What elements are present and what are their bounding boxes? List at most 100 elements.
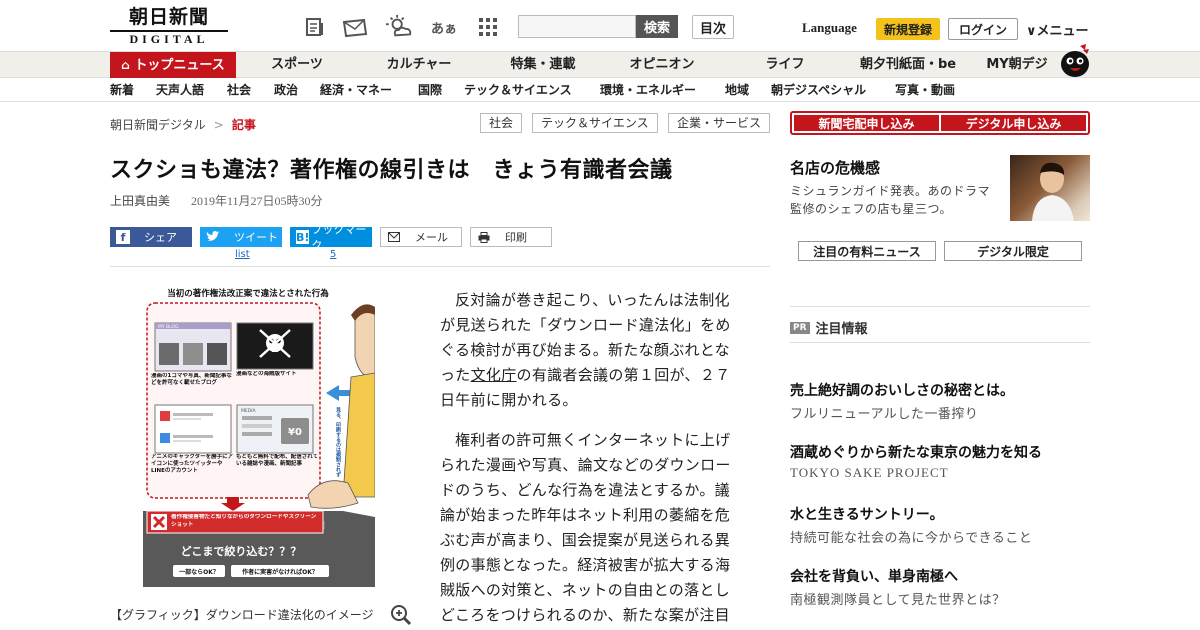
primary-nav: ⌂ トップニュース スポーツ カルチャー 特集・連載 オピニオン ライフ 朝夕刊… [0, 52, 1200, 78]
twitter-share-label: ツイート [234, 231, 278, 244]
search-button[interactable]: 検索 [636, 15, 678, 38]
nav2-item-environment[interactable]: 環境・エネルギー [600, 78, 696, 102]
nav-item-top-news[interactable]: ⌂ トップニュース [110, 52, 236, 78]
agency-link[interactable]: 文化庁 [471, 366, 517, 384]
graphic-box4-text: もともと無料で配布、配信されている雑誌や漫画、新聞記事 [236, 454, 319, 467]
site-header: 朝日新聞 DIGITAL あぁ 検索 目次 Language 新規登録 ログイン… [0, 0, 1200, 52]
weather-icon[interactable] [386, 14, 412, 40]
breadcrumb-home[interactable]: 朝日新聞デジタル [110, 118, 206, 132]
nav-item-life[interactable]: ライフ [752, 52, 818, 78]
graphic-caption: 【グラフィック】ダウンロード違法化のイメージ [110, 608, 374, 622]
article-title: スクショも違法？著作権の線引きは きょう有識者会議 [110, 158, 673, 183]
printer-icon [477, 230, 491, 244]
font-size-icon[interactable]: あぁ [431, 14, 457, 40]
mail-share-button[interactable]: メール [380, 227, 462, 247]
pr-heading: PR 注目情報 [790, 318, 868, 337]
nav-item-opinion[interactable]: オピニオン [620, 52, 704, 78]
tag-tech[interactable]: テック＆サイエンス [532, 113, 658, 133]
newspaper-icon[interactable] [302, 14, 328, 40]
graphic-option-1: 一部ならOK？ [179, 568, 219, 576]
graphic-title: 当初の著作権法改正案で違法とされた行為 [167, 288, 329, 299]
login-button[interactable]: ログイン [948, 18, 1018, 40]
print-button[interactable]: 印刷 [470, 227, 552, 247]
tab-premium-news[interactable]: 注目の有料ニュース [798, 241, 936, 261]
article-author: 上田真由美 [110, 194, 171, 208]
nav-item-features[interactable]: 特集・連載 [498, 52, 588, 78]
nav-item-sports[interactable]: スポーツ [260, 52, 334, 78]
digital-subscribe-button[interactable]: デジタル申し込み [941, 115, 1086, 131]
ad-subtitle: 持続可能な社会の為に今からできること [790, 531, 1033, 546]
nav2-item-international[interactable]: 国際 [418, 78, 442, 102]
twitter-icon [206, 230, 220, 244]
nav2-item-tenseijingo[interactable]: 天声人語 [156, 78, 204, 102]
search-input[interactable] [518, 15, 636, 38]
nav2-item-special[interactable]: 朝デジスペシャル [771, 78, 866, 102]
facebook-share-label: シェア [144, 231, 177, 244]
secondary-nav: 新着 天声人語 社会 政治 経済・マネー 国際 テック＆サイエンス 環境・エネル… [0, 78, 1200, 102]
graphic-box2-text: 漫画などの海賊版サイト [236, 371, 297, 377]
feature-title[interactable]: 名店の危機感 [790, 157, 880, 178]
tab-digital-only[interactable]: デジタル限定 [944, 241, 1082, 261]
logo-text-jp: 朝日新聞 [128, 6, 209, 28]
register-button[interactable]: 新規登録 [876, 18, 940, 40]
ad-title[interactable]: 売上絶好調のおいしさの秘密とは。 [790, 380, 1014, 400]
ad-subtitle: 南極観測隊員として見た世界とは？ [790, 593, 1006, 608]
twitter-count[interactable]: list [235, 249, 250, 260]
nav2-item-tech[interactable]: テック＆サイエンス [464, 78, 572, 102]
tag-society[interactable]: 社会 [480, 113, 523, 133]
mail-share-label: メール [415, 231, 448, 244]
twitter-share-button[interactable]: ツイート [200, 227, 282, 247]
grid-icon[interactable] [475, 14, 501, 40]
graphic-box3-text: アニメのキャラクターを勝手にアイコンに使ったツイッターやLINEのアカウント [151, 454, 234, 474]
hatena-count[interactable]: 5 [330, 249, 336, 260]
mail-icon[interactable] [342, 14, 368, 40]
print-label: 印刷 [505, 231, 527, 244]
nav2-item-politics[interactable]: 政治 [274, 78, 298, 102]
graphic-blog-label: MY BLOG [158, 324, 179, 330]
breadcrumb: 朝日新聞デジタル > 記事 [110, 116, 256, 133]
nav2-item-society[interactable]: 社会 [227, 78, 251, 102]
breadcrumb-current: 記事 [231, 118, 256, 132]
graphic-red-banner: 著作権侵害物だと知りながらのダウンロードやスクリーンショット [171, 514, 317, 528]
graphic-box1-text: 漫画の1コマや写真、新聞記事などを許可なく載せたブログ [151, 373, 232, 386]
tag-business[interactable]: 企業・サービス [668, 113, 771, 133]
subscribe-buttons: 新聞宅配申し込み デジタル申し込み [790, 111, 1090, 135]
article-body: 反対論が巻き起こり、いったんは法制化が見送られた「ダウンロード違法化」をめぐる検… [440, 288, 745, 630]
toc-button[interactable]: 目次 [692, 15, 734, 39]
feature-description: ミシュランガイド発表。あのドラマ監修のシェフの店も星三つ。 [790, 184, 991, 216]
ad-title[interactable]: 水と生きるサントリー。 [790, 504, 944, 524]
pr-badge: PR [790, 321, 810, 334]
article-graphic[interactable]: 当初の著作権法改正案で違法とされた行為 MY BLOG 漫画の1コマや写真、新聞… [143, 285, 375, 587]
ad-title[interactable]: 会社を背負い、単身南極へ [790, 566, 958, 586]
language-link[interactable]: Language [802, 20, 857, 36]
nav2-item-photo[interactable]: 写真・動画 [895, 78, 955, 102]
newspaper-subscribe-button[interactable]: 新聞宅配申し込み [794, 115, 939, 131]
feature-image[interactable] [1010, 155, 1090, 221]
nav2-item-local[interactable]: 地域 [725, 78, 749, 102]
hatena-bookmark-button[interactable]: B! ブックマーク [290, 223, 372, 252]
site-logo[interactable]: 朝日新聞 DIGITAL [110, 6, 228, 46]
sidebar-divider [790, 342, 1090, 343]
ad-subtitle: TOKYO SAKE PROJECT [790, 465, 949, 480]
nav-item-culture[interactable]: カルチャー [376, 52, 462, 78]
facebook-share-button[interactable]: f シェア [110, 227, 192, 247]
nav2-item-economy[interactable]: 経済・マネー [320, 78, 392, 102]
graphic-question: どこまで絞り込む？？？ [181, 544, 302, 558]
home-icon: ⌂ [121, 58, 130, 72]
mail-icon [387, 230, 401, 244]
graphic-media-label: MEDIA [241, 408, 257, 414]
hatena-bookmark-label: ブックマーク [311, 223, 367, 252]
facebook-icon: f [116, 230, 130, 244]
nav-item-label: トップニュース [134, 58, 225, 73]
pr-heading-label: 注目情報 [815, 322, 868, 337]
nav-item-paper[interactable]: 朝夕刊紙面・be [856, 52, 960, 78]
nav-item-my[interactable]: MY朝デジ [982, 52, 1052, 78]
article-date: 2019年11月27日05時30分 [191, 194, 323, 208]
logo-text-en: DIGITAL [110, 30, 228, 46]
zoom-icon[interactable] [390, 604, 412, 626]
menu-button[interactable]: ∨メニュー [1026, 20, 1089, 39]
graphic-option-2: 作者に実害がなければOK？ [242, 568, 318, 576]
mascot-icon[interactable] [1058, 42, 1092, 78]
ad-title[interactable]: 酒蔵めぐりから新たな東京の魅力を知る [790, 442, 1042, 462]
nav2-item-latest[interactable]: 新着 [110, 78, 134, 102]
